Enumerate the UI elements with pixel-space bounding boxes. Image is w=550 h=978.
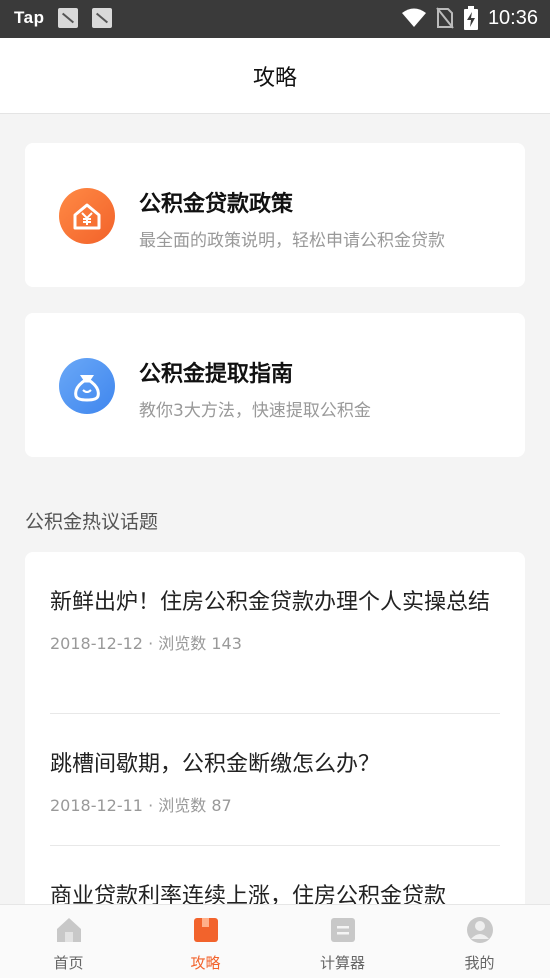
topic-meta: 2018-12-11 · 浏览数 87 <box>50 796 232 815</box>
profile-icon <box>467 917 493 943</box>
tab-home[interactable]: 首页 <box>0 905 137 978</box>
topic-title: 新鲜出炉！住房公积金贷款办理个人实操总结 <box>50 590 491 615</box>
status-bar-right: 10:36 <box>401 6 538 30</box>
bottom-tab-bar: 首页 攻略 计算器 我的 <box>0 904 550 978</box>
app-header: 攻略 <box>0 38 550 114</box>
divider <box>50 845 500 846</box>
tab-label: 首页 <box>53 954 84 972</box>
notification-icon <box>58 8 79 28</box>
page-title: 攻略 <box>252 66 297 91</box>
money-bag-icon <box>59 358 115 414</box>
tab-profile[interactable]: 我的 <box>411 905 548 978</box>
status-bar-left: Tap <box>14 8 113 28</box>
battery-charging-icon <box>463 6 478 30</box>
calculator-icon <box>331 918 355 942</box>
clock: 10:36 <box>487 6 538 29</box>
tab-guide[interactable]: 攻略 <box>137 905 274 978</box>
feature-title: 公积金提取指南 <box>139 362 294 387</box>
feature-card-withdraw-guide[interactable]: 公积金提取指南 教你3大方法，快速提取公积金 <box>25 313 525 457</box>
notification-icon <box>92 8 113 28</box>
feature-title: 公积金贷款政策 <box>139 192 294 217</box>
wifi-icon <box>401 8 426 27</box>
house-yen-icon <box>59 188 115 244</box>
divider <box>50 713 500 714</box>
list-item[interactable]: 新鲜出炉！住房公积金贷款办理个人实操总结 2018-12-12 · 浏览数 14… <box>50 588 500 654</box>
tab-calculator[interactable]: 计算器 <box>274 905 411 978</box>
status-bar: Tap 10:36 <box>0 0 550 38</box>
feature-card-loan-policy[interactable]: 公积金贷款政策 最全面的政策说明，轻松申请公积金贷款 <box>25 143 525 287</box>
tab-label: 我的 <box>464 954 495 972</box>
home-icon <box>57 918 81 942</box>
feature-subtitle: 最全面的政策说明，轻松申请公积金贷款 <box>139 231 445 251</box>
topic-title: 跳槽间歇期，公积金断缴怎么办？ <box>50 752 381 777</box>
topic-meta: 2018-12-12 · 浏览数 143 <box>50 634 242 653</box>
carrier-label: Tap <box>14 8 45 27</box>
section-title-hot-topics: 公积金热议话题 <box>25 511 159 533</box>
list-item[interactable]: 跳槽间歇期，公积金断缴怎么办？ 2018-12-11 · 浏览数 87 <box>50 750 500 816</box>
tab-label: 计算器 <box>319 954 365 972</box>
guide-book-icon <box>194 918 218 942</box>
feature-subtitle: 教你3大方法，快速提取公积金 <box>139 401 371 421</box>
no-sim-icon <box>436 7 454 29</box>
tab-label: 攻略 <box>190 954 221 972</box>
